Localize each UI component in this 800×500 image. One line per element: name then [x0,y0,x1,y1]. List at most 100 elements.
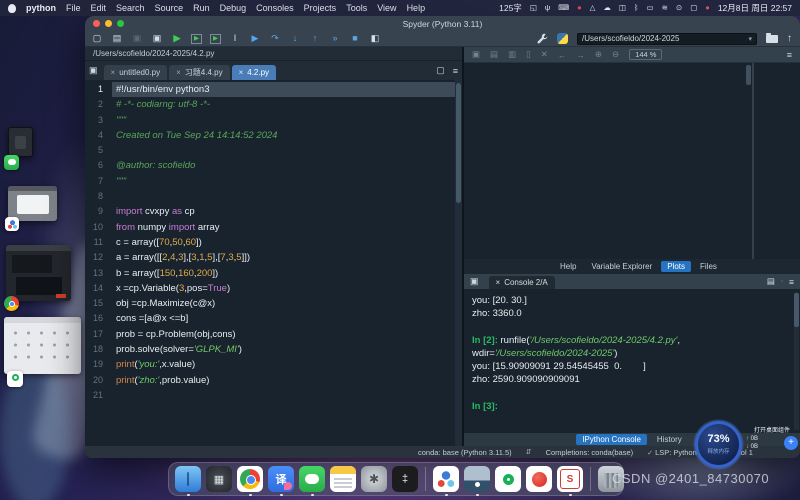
dock-notes[interactable] [330,466,356,492]
plot-zoom-out-icon[interactable]: ⊖ [612,49,619,60]
browse-directory-icon[interactable] [766,35,778,43]
save-all-icon[interactable]: ▣ [151,33,163,44]
dock-finder[interactable] [175,466,201,492]
plot-next-icon[interactable]: → [576,50,585,60]
console-output[interactable]: you: [20. 30.]zho: 3360.0 In [2]: runfil… [464,289,800,433]
step-over-icon[interactable]: ↷ [269,33,281,44]
run-cell-advance-icon[interactable]: ▶ [210,34,221,44]
continue-icon[interactable]: » [329,33,341,44]
apple-menu-icon[interactable] [8,4,16,13]
tab-variable-explorer[interactable]: Variable Explorer [585,261,658,272]
tab-ipython-console[interactable]: IPython Console [576,434,647,445]
plot-remove-icon[interactable]: ▯ [526,49,531,60]
menu-item-projects[interactable]: Projects [304,3,337,13]
add-widget-button[interactable]: + [784,436,798,450]
tab-plots[interactable]: Plots [661,261,691,272]
step-out-icon[interactable]: ↑ [309,33,321,44]
console-scrollbar[interactable] [794,292,799,430]
maximize-pane-icon[interactable]: ◧ [369,33,381,44]
editor-options-icon[interactable]: ≡ [453,66,458,76]
plot-previous-icon[interactable]: ← [558,50,567,60]
new-file-icon[interactable]: ▢ [91,33,103,44]
menu-item-debug[interactable]: Debug [220,3,247,13]
dock-settings[interactable]: ✱ [361,466,387,492]
plots-zoom-level[interactable]: 144 % [629,49,662,60]
tools-wrench-icon[interactable] [537,33,548,44]
dock-apple[interactable] [526,466,552,492]
plot-zoom-in-icon[interactable]: ⊕ [595,49,602,60]
dock-wechat[interactable] [299,466,325,492]
bluetooth-icon[interactable]: ᛒ [634,4,639,12]
plot-remove-all-icon[interactable]: ✕ [541,49,548,60]
split-editor-icon[interactable]: ▢ [436,65,445,76]
stop-debug-icon[interactable]: ■ [349,33,361,44]
dock-preview[interactable] [464,466,490,492]
console-tab[interactable]: × Console 2/A [489,276,555,289]
battery-icon[interactable]: ▭ [647,4,654,12]
code-editor[interactable]: 1#!/usr/bin/env python32# -*- codiarng: … [85,80,462,446]
menu-item-view[interactable]: View [377,3,396,13]
window-thumbnail-wechat[interactable] [8,127,33,157]
screenshot-icon[interactable]: ◱ [530,4,537,12]
menu-item-run[interactable]: Run [193,3,210,13]
keyboard-icon[interactable]: ⌨ [558,4,569,12]
python-logo-icon[interactable] [557,33,568,44]
menu-item-consoles[interactable]: Consoles [256,3,294,13]
copy-icon[interactable]: ▤ [767,276,775,287]
browse-tabs-icon[interactable]: ▣ [89,65,98,76]
dock-launchpad[interactable]: ▦ [206,466,232,492]
editor-scrollbar[interactable] [455,80,462,446]
run-cell-icon[interactable]: ▶ [191,34,202,44]
menu-item-tools[interactable]: Tools [346,3,367,13]
menu-item-edit[interactable]: Edit [91,3,107,13]
plot-copy-icon[interactable]: ▥ [508,49,516,60]
close-icon[interactable]: × [176,68,181,77]
display-icon[interactable]: ▢ [690,4,697,12]
memory-cleaner-ball[interactable]: 73% 释放内存 [695,421,742,468]
parent-directory-icon[interactable]: ↑ [787,33,792,44]
step-into-icon[interactable]: ↓ [289,33,301,44]
menu-item-help[interactable]: Help [407,3,426,13]
menu-item-source[interactable]: Source [155,3,184,13]
run-selection-icon[interactable]: I [229,33,241,44]
close-icon[interactable]: × [111,68,116,77]
editor-tab-untitled0.py[interactable]: ×untitled0.py [104,65,168,80]
editor-tab-4.2.py[interactable]: ×4.2.py [232,65,276,80]
app-menu[interactable]: python [26,3,56,13]
plot-save-all-icon[interactable]: ▤ [490,49,498,60]
wifi-icon[interactable]: ≋ [662,4,668,12]
tab-history[interactable]: History [651,434,688,445]
dock-stamp[interactable]: S [557,466,583,492]
siri-icon[interactable]: ● [705,4,710,12]
dock-translate[interactable]: 译 [268,466,294,492]
mic-icon[interactable]: ψ [545,4,550,12]
dock-chrome[interactable] [237,466,263,492]
browse-consoles-icon[interactable]: ▣ [470,276,479,287]
plot-thumbnails-column[interactable] [754,63,800,259]
dock-greenring[interactable] [495,466,521,492]
plot-canvas[interactable] [464,63,752,259]
debug-file-icon[interactable]: ▶ [249,33,261,44]
tab-files[interactable]: Files [694,261,723,272]
save-icon[interactable]: ▣ [131,33,143,44]
plots-options-icon[interactable]: ≡ [787,50,792,60]
dock-cloudapp[interactable] [433,466,459,492]
open-file-icon[interactable]: ▤ [111,33,123,44]
menu-clock[interactable]: 12月8日 周日 22:57 [718,2,792,14]
input-method-indicator[interactable]: 125字 [499,4,522,13]
run-file-icon[interactable]: ▶ [171,33,183,44]
editor-tab-习题4.4.py[interactable]: ×习题4.4.py [169,65,229,80]
window-thumbnail-grid[interactable] [4,317,81,374]
cloud-icon[interactable]: ☁ [603,4,611,12]
shapes-icon[interactable]: △ [590,4,596,12]
console-options-icon[interactable]: ≡ [789,277,794,287]
close-icon[interactable]: × [239,68,244,77]
dock-keychain[interactable]: ‡ [392,466,418,492]
plots-scrollbar[interactable] [746,65,751,85]
search-icon[interactable]: ⊙ [676,4,682,12]
menu-item-search[interactable]: Search [116,3,145,13]
menu-item-file[interactable]: File [66,3,81,13]
window-split-icon[interactable]: ◫ [619,4,626,12]
title-bar[interactable]: Spyder (Python 3.11) [85,16,800,31]
record-icon[interactable]: ● [577,4,582,12]
